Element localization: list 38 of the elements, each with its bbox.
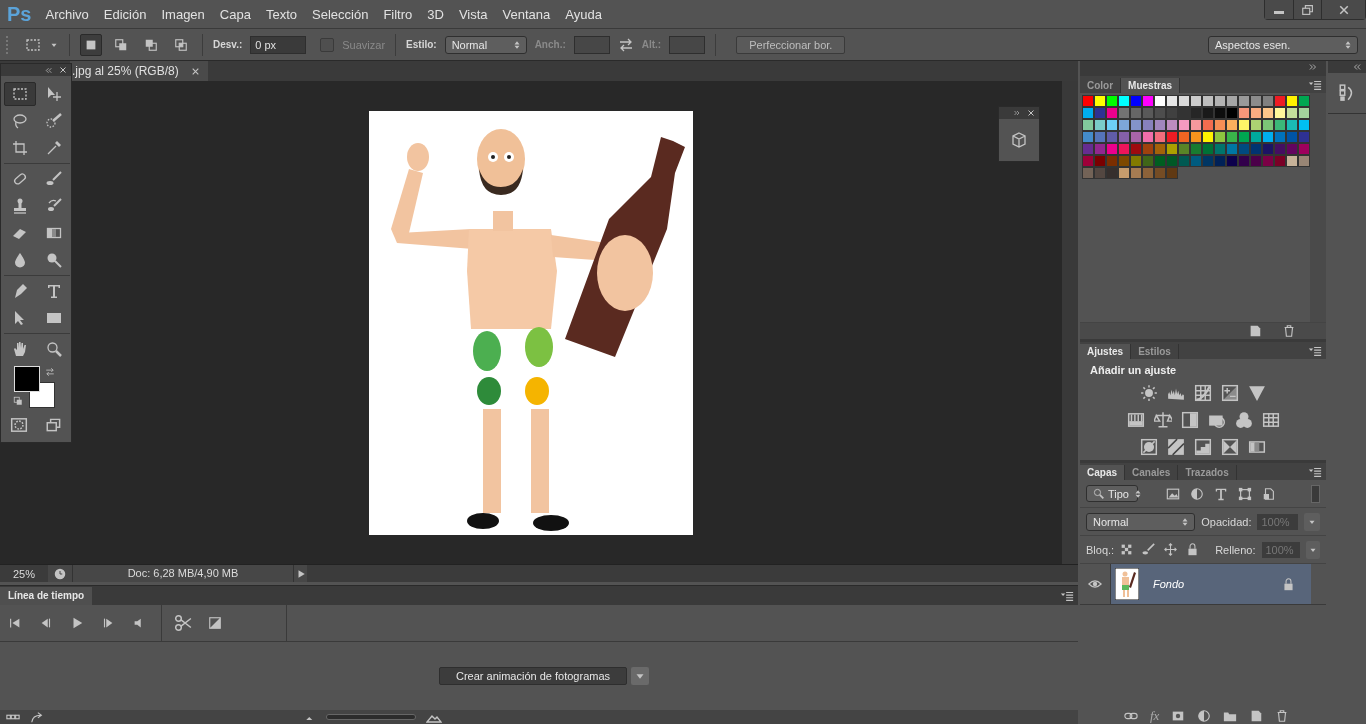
zoom-level[interactable]: 25% [0, 567, 48, 580]
menu-item[interactable]: 3D [427, 6, 444, 22]
timeline-tab[interactable]: Línea de tiempo [0, 587, 93, 605]
panel-tab[interactable]: Trazados [1178, 465, 1237, 480]
feather-field[interactable]: 0 px [250, 35, 307, 54]
panel-tab[interactable]: Capas [1080, 465, 1125, 480]
menu-item[interactable]: Edición [103, 6, 147, 22]
fill-label: Relleno: [1215, 543, 1256, 556]
panel-tab[interactable]: Ajustes [1080, 344, 1132, 359]
style-label: Estilo: [406, 39, 437, 50]
style-select[interactable]: Normal [444, 35, 527, 54]
menu-item[interactable]: Selección [312, 6, 369, 22]
menu-item[interactable]: Texto [265, 6, 297, 22]
lock-label: Bloq.: [1086, 543, 1115, 556]
menu-item[interactable]: Archivo [45, 6, 89, 22]
layer-filter-select[interactable]: Tipo [1086, 485, 1138, 502]
layer-row[interactable]: Fondo [1111, 564, 1311, 604]
feather-label: Desv.: [213, 39, 243, 50]
menu-item[interactable]: Ventana [502, 6, 551, 22]
menu-item[interactable]: Imagen [161, 6, 205, 22]
workspace-select[interactable]: Aspectos esen. [1208, 35, 1358, 54]
layer-name: Fondo [1153, 578, 1186, 590]
refine-edge-button[interactable]: Perfeccionar bor. [736, 35, 846, 54]
panel-tab[interactable]: Canales [1125, 465, 1179, 480]
menu-item[interactable]: Filtro [383, 6, 413, 22]
panel-tab[interactable]: Estilos [1131, 344, 1179, 359]
menu-item[interactable]: Vista [458, 6, 488, 22]
opacity-label: Opacidad: [1201, 515, 1252, 528]
app-logo: Ps [7, 2, 32, 26]
effects-button[interactable]: fx [1150, 708, 1160, 724]
adjustments-heading: Añadir un ajuste [1089, 363, 1178, 378]
panel-tab[interactable]: Muestras [1121, 78, 1180, 93]
document-info: Doc: 6,28 MB/4,90 MB [72, 565, 293, 582]
create-animation-button[interactable]: Crear animación de fotogramas [438, 667, 628, 685]
blend-mode-select[interactable]: Normal [1086, 512, 1196, 531]
menu-item[interactable]: Capa [219, 6, 251, 22]
document-tab[interactable]: .jpg al 25% (RGB/8) [70, 61, 208, 81]
menu-item[interactable]: Ayuda [565, 6, 602, 22]
